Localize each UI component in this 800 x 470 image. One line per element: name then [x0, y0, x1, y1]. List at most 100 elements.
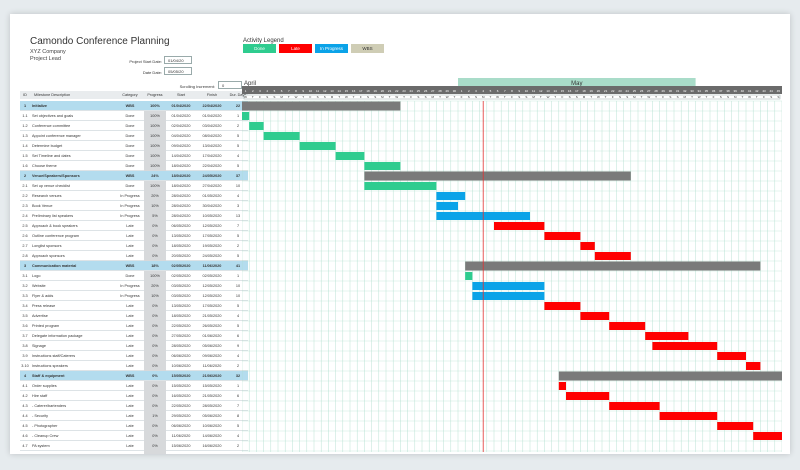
table-row[interactable]: 4.1 Order supplies Late 0% 15/05/2020 15/05/2…: [20, 381, 248, 391]
cell-id: 2.7: [22, 244, 28, 248]
table-row-group[interactable]: 2 Venue/Speakers/Sponsors WBS 24% 18/04/2020…: [20, 171, 248, 181]
table-row[interactable]: 4.2 Hire staff Late 0% 16/05/2020 21/05/2020 6: [20, 391, 248, 401]
table-row[interactable]: 3.8 Signage Late 0% 28/05/2020 05/06/2020 9: [20, 341, 248, 351]
legend-done: Done: [243, 44, 276, 53]
table-row[interactable]: 1.4 Determine budget Done 100% 09/04/2020 13/…: [20, 141, 248, 151]
table-row[interactable]: 1.5 Set Timeline and dates Done 100% 14/04/2…: [20, 151, 248, 161]
table-row[interactable]: 2.7 Longlist sponsors Late 0% 18/05/2020 19/0…: [20, 241, 248, 251]
day-number: 21: [604, 89, 608, 93]
cell-finish: 08/04/2020: [202, 134, 222, 138]
col-start: Start: [176, 93, 186, 97]
day-number: 37: [719, 89, 723, 93]
table-row[interactable]: 3.9 Instructions staff/Caterers Late 0% 06/0…: [20, 351, 248, 361]
table-row[interactable]: 3.5 Advertise Late 0% 18/05/2020 21/05/2020 4: [20, 311, 248, 321]
table-row-group[interactable]: 4 Staff & equipment WBS 0% 15/05/2020 21/06/2…: [20, 371, 248, 381]
cell-finish: 21/05/2020: [202, 314, 222, 318]
cell-start: 04/04/2020: [171, 134, 191, 138]
cell-finish: 09/06/2020: [202, 354, 222, 358]
table-row[interactable]: 2.5 Approach & book speakers Late 0% 06/05/2…: [20, 221, 248, 231]
table-row[interactable]: 3.4 Press release Late 0% 13/05/2020 17/05/20…: [20, 301, 248, 311]
task-bar: [436, 192, 466, 200]
cell-prog: 0%: [144, 241, 166, 251]
gantt-chart[interactable]: April May1W2T3F4S5S6M7T8W9T10F11S12S13M14…: [242, 66, 782, 452]
cell-start: 18/04/2020: [171, 164, 191, 168]
cell-finish: 03/04/2020: [202, 124, 222, 128]
cell-prog: 0%: [144, 231, 166, 241]
cell-prog: 0%: [144, 301, 166, 311]
cell-id: 1: [23, 104, 27, 108]
task-bar: [299, 142, 336, 150]
cell-finish: 13/04/2020: [202, 144, 222, 148]
cell-cat: WBS: [125, 264, 135, 268]
day-number: 24: [626, 89, 630, 93]
cell-start: 06/05/2020: [171, 224, 191, 228]
table-row[interactable]: 4.7 PA system Late 0% 15/06/2020 16/06/2020 2: [20, 441, 248, 451]
table-row[interactable]: 4.3 - Caterer/bartenders Late 0% 22/05/2020 2…: [20, 401, 248, 411]
table-row[interactable]: 3.1 Logo Done 100% 02/05/2020 02/05/2020 1: [20, 271, 248, 281]
table-row[interactable]: 2.2 Research venues In Progress 20% 28/04/20…: [20, 191, 248, 201]
table-row[interactable]: 3.2 Website In Progress 20% 03/05/2020 12/05/…: [20, 281, 248, 291]
table-row-group[interactable]: 3 Communication material WBS 18% 02/05/2020 1…: [20, 261, 248, 271]
project-start-input[interactable]: 01/04/20: [164, 56, 192, 64]
cell-finish: 01/06/2020: [202, 334, 222, 338]
cell-id: 2.5: [22, 224, 28, 228]
cell-cat: Late: [126, 404, 134, 408]
cell-cat: Late: [126, 354, 134, 358]
cell-cat: Done: [125, 134, 135, 138]
cell-prog: 0%: [144, 221, 166, 231]
cell-prog: 1%: [144, 411, 166, 421]
table-row[interactable]: 1.3 Appoint conference manager Done 100% 04/…: [20, 131, 248, 141]
cell-id: 3.1: [22, 274, 28, 278]
table-row[interactable]: 2.6 Outline conference program Late 0% 13/05…: [20, 231, 248, 241]
date-input[interactable]: 05/05/20: [164, 67, 192, 75]
table-row[interactable]: 2.4 Preliminary list speakers In Progress 5…: [20, 211, 248, 221]
table-row[interactable]: 3.7 Delegate information package Late 0% 27/…: [20, 331, 248, 341]
cell-cat: Late: [126, 324, 134, 328]
table-row[interactable]: 4.4- Security Late 1% 29/05/2020 05/06/2020 8: [20, 411, 248, 421]
cell-desc: Visual and computer equipment: [32, 451, 116, 454]
cell-start: 02/05/2020: [171, 274, 191, 278]
cell-desc: - Security: [32, 414, 49, 418]
table-row-group[interactable]: 1 Initialize WBS 100% 01/04/2020 22/04/2020 22: [20, 101, 248, 111]
cell-finish: 22/04/2020: [202, 164, 222, 168]
cell-start: 02/05/2020: [171, 264, 191, 268]
table-row[interactable]: 3.3 Flyer & adds In Progress 10% 03/05/2020 1…: [20, 291, 248, 301]
table-row[interactable]: 3.6 Printed program Late 0% 22/05/2020 26/05/…: [20, 321, 248, 331]
cell-cat: Late: [126, 304, 134, 308]
cell-id: 2.6: [22, 234, 28, 238]
day-number: 15: [561, 89, 565, 93]
cell-prog: 0%: [144, 391, 166, 401]
day-number: 21: [388, 89, 392, 93]
day-number: 18: [366, 89, 370, 93]
cell-prog: 24%: [151, 174, 159, 178]
cell-prog: 0%: [144, 321, 166, 331]
cell-desc: Flyer & adds: [32, 294, 54, 298]
table-row[interactable]: 1.2 Conference committee Done 100% 02/04/202…: [20, 121, 248, 131]
cell-prog: 100%: [150, 104, 160, 108]
task-bar: [249, 122, 264, 130]
table-row[interactable]: 1.6 Choose theme Done 100% 18/04/2020 22/04/2…: [20, 161, 248, 171]
table-header: ID Milestone Description Category Progre…: [20, 91, 248, 99]
cell-cat: Late: [126, 414, 134, 418]
table-row[interactable]: 4.6 - Cleanup Crew Late 0% 11/06/2020 14/06/2…: [20, 431, 248, 441]
table-row[interactable]: 3.10 Instructions speakers Late 0% 10/06/202…: [20, 361, 248, 371]
table-row[interactable]: 2.8 Approach sponsors Late 0% 20/05/2020 24/0…: [20, 251, 248, 261]
cell-finish: 11/06/2020: [202, 264, 222, 268]
table-row[interactable]: 2.1 Set up venue checklist Done 100% 18/04/2…: [20, 181, 248, 191]
table-row[interactable]: 4.8Visual and computer equipmentLate0%17…: [20, 451, 248, 454]
day-number: 30: [669, 89, 673, 93]
cell-cat: In Progress: [120, 204, 140, 208]
cell-finish: 17/04/2020: [202, 154, 222, 158]
cell-prog: 5%: [144, 211, 166, 221]
day-number: 31: [676, 89, 680, 93]
day-number: 15: [345, 89, 349, 93]
table-row[interactable]: 1.1 Set objectives and goals Done 100% 01/04…: [20, 111, 248, 121]
day-number: 19: [374, 89, 378, 93]
scrolling-increment-input[interactable]: 0: [218, 81, 242, 89]
cell-cat: In Progress: [120, 214, 140, 218]
table-row[interactable]: 2.3 Book Venue In Progress 10% 28/04/2020 30/…: [20, 201, 248, 211]
task-bar: [544, 302, 581, 310]
scrolling-increment-label: Scrolling Increment:: [179, 84, 215, 89]
table-row[interactable]: 4.5 - Photographer Late 0% 06/06/2020 10/06/2…: [20, 421, 248, 431]
date-label: Date Date:: [142, 70, 162, 75]
